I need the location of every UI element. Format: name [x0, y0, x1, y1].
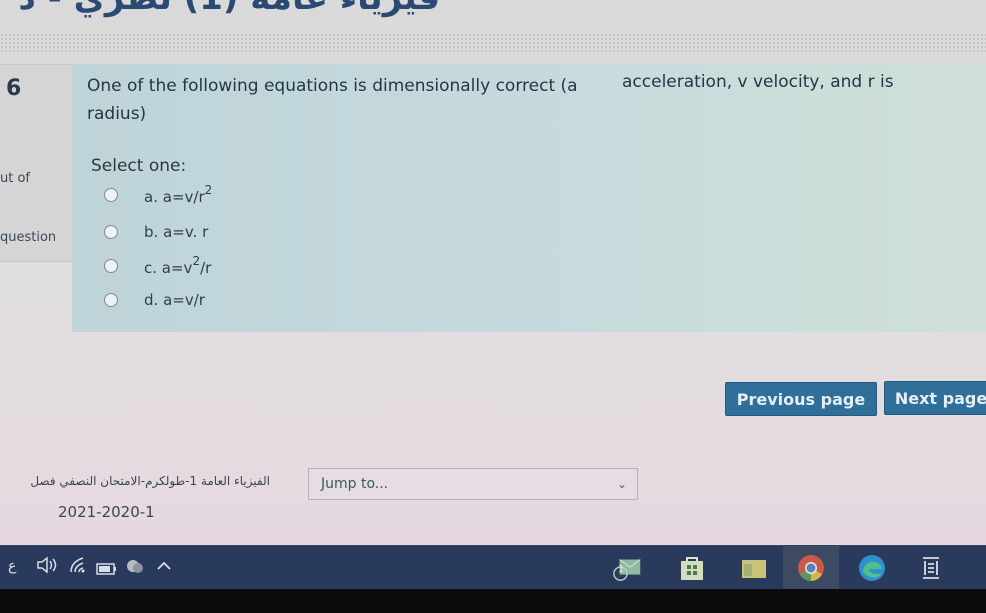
wifi-icon[interactable]: [68, 556, 88, 578]
option-b-label: b. a=v. r: [144, 223, 209, 241]
marks-text: ut of: [0, 171, 30, 186]
microsoft-store-icon[interactable]: [676, 552, 708, 584]
screen-bezel: [0, 589, 986, 613]
option-b[interactable]: b. a=v. r: [104, 220, 208, 244]
question-text-part1: One of the following equations is dimens…: [87, 76, 578, 96]
file-explorer-icon[interactable]: [738, 552, 770, 584]
option-d[interactable]: d. a=v/r: [104, 288, 205, 312]
mail-app-icon[interactable]: [612, 552, 644, 584]
next-page-button[interactable]: Next page: [884, 381, 986, 415]
question-text-part2: acceleration, v velocity, and r is: [622, 72, 894, 92]
radio-option-c[interactable]: [104, 259, 118, 273]
task-view-icon[interactable]: [915, 552, 947, 584]
battery-icon[interactable]: [96, 560, 118, 579]
mail-badge: 1: [618, 564, 625, 575]
jump-to-placeholder: Jump to...: [321, 476, 389, 492]
option-a[interactable]: a. a=v/r2: [104, 183, 212, 207]
header-divider: [0, 33, 986, 53]
previous-page-button[interactable]: Previous page: [725, 382, 877, 416]
question-text-line2: radius): [87, 104, 147, 124]
jump-to-select[interactable]: Jump to... ⌄: [308, 468, 638, 500]
volume-icon[interactable]: [36, 556, 58, 578]
course-link[interactable]: الفيزياء العامة 1-طولكرم-الامتحان النصفي…: [0, 474, 270, 488]
option-c[interactable]: c. a=v2/r: [104, 254, 211, 278]
flag-question-text[interactable]: question: [0, 230, 56, 245]
course-heading: فيزياء عامة (1) نظري - د: [0, 0, 440, 28]
question-number: 6: [6, 76, 22, 101]
radio-option-d[interactable]: [104, 293, 118, 307]
radio-option-b[interactable]: [104, 225, 118, 239]
chrome-icon[interactable]: [795, 552, 827, 584]
edge-icon[interactable]: [856, 552, 888, 584]
option-d-label: d. a=v/r: [144, 291, 205, 309]
input-language-indicator[interactable]: ع: [8, 558, 16, 574]
onedrive-icon[interactable]: [124, 558, 146, 578]
show-hidden-icons-chevron[interactable]: [156, 556, 172, 575]
radio-option-a[interactable]: [104, 188, 118, 202]
windows-taskbar: ع 1: [0, 545, 986, 592]
option-c-label: c. a=v2/r: [144, 253, 212, 277]
chevron-down-icon: ⌄: [616, 477, 627, 491]
select-one-label: Select one:: [91, 156, 187, 176]
course-year: 2021-2020-1: [58, 503, 155, 521]
option-a-label: a. a=v/r2: [144, 182, 213, 206]
